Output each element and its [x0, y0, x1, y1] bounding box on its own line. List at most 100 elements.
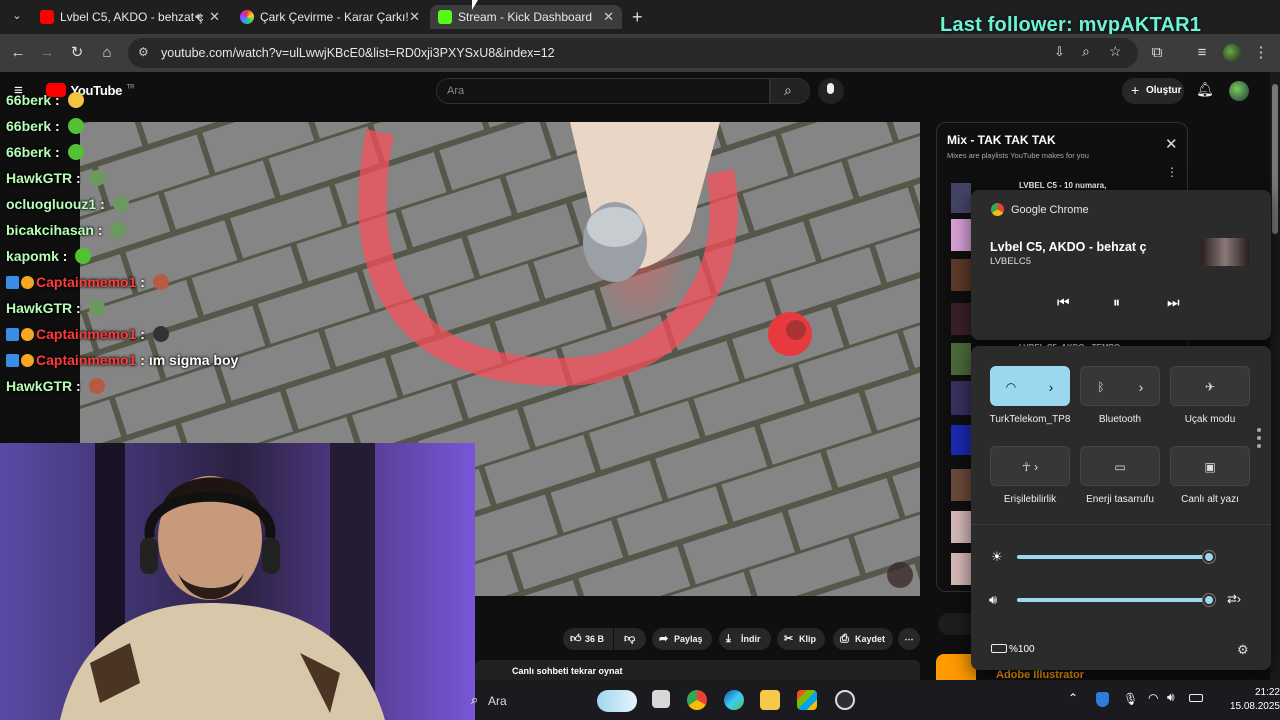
close-icon[interactable]: ✕	[1165, 135, 1178, 153]
create-button[interactable]: + Oluştur	[1122, 78, 1184, 104]
chevron-right-icon[interactable]: ›	[1031, 367, 1071, 407]
chat-separator: :	[51, 144, 64, 160]
close-icon[interactable]: ✕	[209, 5, 220, 29]
page-dots[interactable]	[1257, 428, 1261, 458]
page-scrollbar[interactable]	[1270, 72, 1280, 680]
site-info-icon[interactable]: ⚙︎	[138, 45, 149, 59]
chat-username[interactable]: 66berk	[6, 118, 51, 134]
chat-username[interactable]: HawkGTR	[6, 170, 72, 186]
media-control-icon[interactable]: ≡	[1192, 43, 1212, 63]
settings-gear-icon[interactable]: ⚙︎	[1237, 642, 1249, 658]
chat-username[interactable]: bicakcihasan	[6, 222, 94, 238]
clip-button[interactable]: ✂ Klip	[777, 628, 825, 650]
live-captions-toggle[interactable]: ▣	[1170, 446, 1250, 486]
chrome-taskbar-icon[interactable]	[687, 690, 707, 710]
menu-icon[interactable]: ⋮	[1251, 43, 1271, 63]
chevron-right-icon[interactable]: ›	[1121, 367, 1161, 407]
tab-youtube[interactable]: Lvbel C5, AKDO - behzat ç 🔊︎ ✕	[32, 5, 228, 29]
battery-saver-toggle[interactable]: ▭	[1080, 446, 1160, 486]
taskbar-search[interactable]: ⌕ Ara	[471, 688, 637, 714]
volume-slider[interactable]	[1017, 594, 1216, 606]
obs-icon[interactable]	[835, 690, 855, 710]
chat-username[interactable]: HawkGTR	[6, 378, 72, 394]
chat-username[interactable]: 66berk	[6, 92, 51, 108]
chat-username[interactable]: Captainmemo1	[36, 326, 136, 342]
address-bar[interactable]: ⚙︎ youtube.com/watch?v=ulLwwjKBcE0&list=…	[128, 38, 1138, 68]
defender-icon[interactable]	[1096, 692, 1109, 707]
ad-banner[interactable]	[936, 654, 976, 680]
reload-icon[interactable]: ↻	[67, 43, 87, 63]
chat-replay-bar[interactable]: Canlı sohbeti tekrar oynat	[475, 660, 920, 680]
close-icon[interactable]: ✕	[409, 5, 420, 29]
more-actions-button[interactable]: ⋯	[898, 628, 920, 650]
pause-icon[interactable]: ⏸︎	[1113, 294, 1120, 311]
battery-saver-icon: ▭	[1114, 460, 1126, 474]
forward-icon[interactable]: →	[37, 43, 57, 63]
mic-icon[interactable]: 🎙︎	[1123, 692, 1138, 706]
tab-wheel[interactable]: Çark Çevirme - Karar Çarkı! ✕	[232, 5, 428, 29]
chat-username[interactable]: 66berk	[6, 144, 51, 160]
chat-username[interactable]: HawkGTR	[6, 300, 72, 316]
download-button[interactable]: ⤓ İndir	[719, 628, 771, 650]
extensions-icon[interactable]: ⧉	[1147, 43, 1167, 63]
subscriber-badge-icon	[6, 354, 19, 367]
chat-separator: :	[136, 274, 149, 290]
audio-output-icon[interactable]: ⇄›	[1227, 592, 1241, 606]
store-icon[interactable]	[797, 690, 817, 710]
zoom-icon[interactable]: ⌕	[1082, 43, 1090, 60]
wifi-status-icon[interactable]: ◠	[1148, 691, 1158, 705]
chat-separator: :	[51, 118, 64, 134]
more-icon[interactable]: ⋮	[1166, 165, 1178, 179]
edge-icon[interactable]	[724, 690, 744, 710]
clock-time[interactable]: 21:22	[1220, 687, 1280, 698]
brightness-slider[interactable]	[1017, 551, 1216, 563]
airplane-toggle[interactable]: ✈︎	[1170, 366, 1250, 406]
install-icon[interactable]: ⇩	[1054, 44, 1065, 60]
volume-thumb[interactable]	[1203, 594, 1216, 606]
task-view-icon[interactable]	[652, 690, 670, 708]
home-icon[interactable]: ⌂	[97, 43, 117, 63]
scrollbar-thumb[interactable]	[1272, 84, 1278, 234]
volume-fill	[1017, 598, 1210, 602]
close-icon[interactable]: ✕	[603, 5, 614, 29]
bell-icon[interactable]: 🔔︎	[1196, 81, 1214, 98]
volume-status-icon[interactable]: 🔊︎	[1167, 690, 1175, 705]
more-icon: ⋯	[904, 634, 914, 644]
dislike-button[interactable]: 👎︎	[614, 628, 646, 650]
playlist-item-partial[interactable]: LVBEL C5 - 10 numara,	[1019, 181, 1106, 190]
search-icon: ⌕	[471, 692, 479, 707]
chat-username[interactable]: Captainmemo1	[36, 352, 136, 368]
chat-replay-label: Canlı sohbeti tekrar oynat	[512, 666, 623, 676]
save-button[interactable]: ⎙ Kaydet	[833, 628, 893, 650]
tab-search-button[interactable]: ⌄	[8, 9, 26, 27]
back-icon[interactable]: ←	[8, 43, 28, 63]
clock-date[interactable]: 15.08.2025	[1200, 701, 1280, 712]
chat-username[interactable]: Captainmemo1	[36, 274, 136, 290]
chat-username[interactable]: kapomk	[6, 248, 59, 264]
speaker-icon[interactable]: 🔊︎	[195, 5, 202, 29]
scissors-icon: ✂	[784, 633, 794, 645]
share-button[interactable]: ➦ Paylaş	[652, 628, 712, 650]
show-hidden-icons[interactable]: ⌃	[1068, 691, 1078, 705]
profile-avatar[interactable]	[1223, 44, 1241, 62]
account-avatar[interactable]	[1229, 81, 1249, 101]
previous-track-icon[interactable]: ⏮︎	[1057, 294, 1070, 311]
search-input[interactable]: Ara	[436, 78, 770, 104]
chat-username[interactable]: ocluogluouz1	[6, 196, 96, 212]
chat-message: Captainmemo1 :	[6, 321, 169, 347]
next-track-icon[interactable]: ⏭︎	[1167, 294, 1180, 311]
brightness-thumb[interactable]	[1203, 551, 1216, 563]
accessibility-toggle[interactable]: ☥ ›	[990, 446, 1070, 486]
file-explorer-icon[interactable]	[760, 690, 780, 710]
chat-message: HawkGTR :	[6, 165, 105, 191]
new-tab-button[interactable]: +	[632, 7, 643, 28]
chat-separator: :	[72, 170, 85, 186]
bookmark-star-icon[interactable]: ☆	[1109, 43, 1122, 60]
bluetooth-toggle[interactable]: ᛒ ›	[1080, 366, 1160, 406]
tab-kick[interactable]: Stream - Kick Dashboard ✕	[430, 5, 622, 29]
like-button[interactable]: 👍︎ 36 B	[563, 628, 613, 650]
mic-button[interactable]	[818, 78, 844, 104]
wifi-toggle[interactable]: ◠ ›	[990, 366, 1070, 406]
chat-message: ocluogluouz1 :	[6, 191, 129, 217]
search-button[interactable]: ⌕	[770, 78, 810, 104]
